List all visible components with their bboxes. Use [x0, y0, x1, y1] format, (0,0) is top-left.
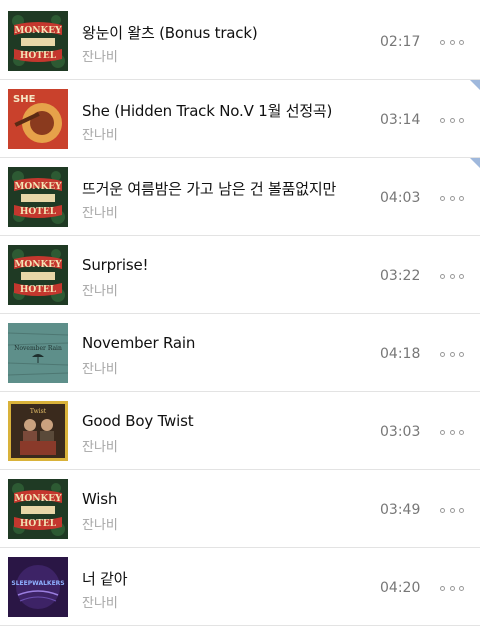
album-art: November Rain — [8, 323, 68, 383]
dot-icon — [449, 507, 455, 513]
art-text-monkey: MONKEY — [14, 182, 62, 192]
track-title: Surprise! — [82, 256, 149, 274]
track-title: Good Boy Twist — [82, 412, 194, 430]
dot-icon — [440, 39, 445, 45]
album-art: Twist — [8, 401, 68, 461]
album-art: SHE — [8, 89, 68, 149]
art-text-hotel: HOTEL — [20, 519, 57, 529]
more-options-button[interactable] — [440, 110, 464, 130]
artist-name: 잔나비 — [82, 596, 118, 611]
track-row[interactable]: November Rain November Rain 잔나비 04:18 — [0, 314, 480, 392]
art-text-she: SHE — [13, 94, 36, 105]
more-options-button[interactable] — [440, 32, 464, 52]
art-text-twist: Twist — [30, 408, 47, 415]
track-row[interactable]: MONKEY HOTEL Wish 잔나비 03:49 — [0, 470, 480, 548]
dot-icon — [459, 351, 464, 357]
artist-name: 잔나비 — [82, 284, 118, 299]
dot-icon — [459, 507, 464, 513]
art-text-monkey: MONKEY — [14, 494, 62, 504]
artist-name: 잔나비 — [82, 206, 118, 221]
track-duration: 03:22 — [380, 268, 421, 284]
artist-name: 잔나비 — [82, 440, 118, 455]
album-art: MONKEY HOTEL — [8, 245, 68, 305]
artist-name: 잔나비 — [82, 518, 118, 533]
art-text-november: November Rain — [14, 345, 62, 352]
dot-icon — [449, 195, 455, 201]
dot-icon — [440, 351, 445, 357]
artist-name: 잔나비 — [82, 50, 118, 65]
art-text-hotel: HOTEL — [20, 51, 57, 61]
album-art: SLEEPWALKERS — [8, 557, 68, 617]
track-title: 뜨거운 여름밤은 가고 남은 건 볼품없지만 — [82, 180, 337, 198]
track-row[interactable]: SLEEPWALKERS 너 같아 잔나비 04:20 — [0, 548, 480, 626]
album-art: MONKEY HOTEL — [8, 11, 68, 71]
art-text-monkey: MONKEY — [14, 26, 62, 36]
track-row[interactable]: MONKEY HOTEL 왕눈이 왈츠 (Bonus track) 잔나비 02… — [0, 2, 480, 80]
dot-icon — [449, 429, 455, 435]
track-title: 너 같아 — [82, 570, 128, 588]
track-duration: 02:17 — [380, 34, 421, 50]
more-options-button[interactable] — [440, 266, 464, 286]
dot-icon — [459, 195, 464, 201]
artist-name: 잔나비 — [82, 362, 118, 377]
dot-icon — [459, 585, 464, 591]
track-duration: 03:49 — [380, 502, 421, 518]
dot-icon — [440, 585, 445, 591]
track-row[interactable]: MONKEY HOTEL 뜨거운 여름밤은 가고 남은 건 볼품없지만 잔나비 … — [0, 158, 480, 236]
dot-icon — [449, 117, 455, 123]
album-art: MONKEY HOTEL — [8, 479, 68, 539]
track-duration: 04:18 — [380, 346, 421, 362]
dot-icon — [440, 117, 445, 123]
track-list: MONKEY HOTEL 왕눈이 왈츠 (Bonus track) 잔나비 02… — [0, 0, 480, 626]
dot-icon — [459, 429, 464, 435]
more-options-button[interactable] — [440, 578, 464, 598]
dot-icon — [449, 585, 455, 591]
dot-icon — [440, 195, 445, 201]
dot-icon — [459, 39, 464, 45]
new-marker-icon — [470, 80, 480, 90]
more-options-button[interactable] — [440, 422, 464, 442]
dot-icon — [449, 273, 455, 279]
dot-icon — [440, 429, 445, 435]
track-row[interactable]: Twist Good Boy Twist 잔나비 03:03 — [0, 392, 480, 470]
new-marker-icon — [470, 158, 480, 168]
dot-icon — [440, 273, 445, 279]
more-options-button[interactable] — [440, 188, 464, 208]
more-options-button[interactable] — [440, 500, 464, 520]
track-title: Wish — [82, 490, 118, 508]
album-art: MONKEY HOTEL — [8, 167, 68, 227]
dot-icon — [459, 273, 464, 279]
dot-icon — [449, 351, 455, 357]
dot-icon — [440, 507, 445, 513]
track-row[interactable]: MONKEY HOTEL Surprise! 잔나비 03:22 — [0, 236, 480, 314]
dot-icon — [459, 117, 464, 123]
artist-name: 잔나비 — [82, 128, 118, 143]
track-duration: 03:03 — [380, 424, 421, 440]
track-title: She (Hidden Track No.V 1월 선정곡) — [82, 102, 333, 120]
more-options-button[interactable] — [440, 344, 464, 364]
art-text-hotel: HOTEL — [20, 207, 57, 217]
track-row[interactable]: SHE She (Hidden Track No.V 1월 선정곡) 잔나비 0… — [0, 80, 480, 158]
track-title: 왕눈이 왈츠 (Bonus track) — [82, 24, 258, 42]
track-duration: 04:20 — [380, 580, 421, 596]
art-text-hotel: HOTEL — [20, 285, 57, 295]
track-duration: 03:14 — [380, 112, 421, 128]
track-title: November Rain — [82, 334, 196, 352]
dot-icon — [449, 39, 455, 45]
art-text-monkey: MONKEY — [14, 260, 62, 270]
track-duration: 04:03 — [380, 190, 421, 206]
art-text-sleepwalkers: SLEEPWALKERS — [11, 580, 64, 587]
